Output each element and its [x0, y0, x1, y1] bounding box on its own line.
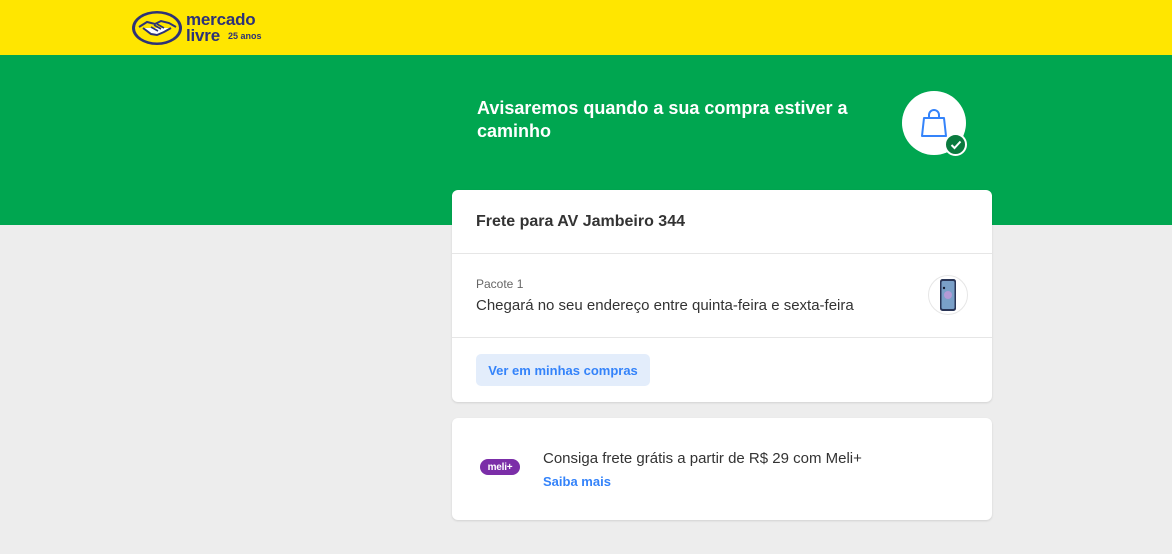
shipping-title: Frete para AV Jambeiro 344: [476, 213, 685, 230]
meli-plus-card: meli+ Consiga frete grátis a partir de R…: [452, 418, 992, 520]
meli-plus-text: Consiga frete grátis a partir de R$ 29 c…: [543, 450, 862, 467]
mercado-livre-logo[interactable]: mercado livre 25 anos: [131, 10, 271, 46]
smartphone-icon: [940, 279, 956, 311]
handshake-icon: [132, 11, 182, 45]
view-purchases-button[interactable]: Ver em minhas compras: [476, 354, 650, 386]
meli-plus-badge: meli+: [480, 459, 520, 475]
logo-text-livre: livre: [186, 26, 220, 45]
top-bar: mercado livre 25 anos: [0, 0, 1172, 55]
shipping-card: Frete para AV Jambeiro 344 Pacote 1 Cheg…: [452, 190, 992, 402]
logo-anniversary: 25 anos: [228, 31, 262, 41]
product-thumbnail[interactable]: [928, 275, 968, 315]
learn-more-link[interactable]: Saiba mais: [543, 474, 611, 489]
package-delivery-estimate: Chegará no seu endereço entre quinta-fei…: [476, 297, 854, 314]
hero-title: Avisaremos quando a sua compra estiver a…: [477, 98, 848, 141]
divider: [452, 253, 992, 254]
package-label: Pacote 1: [476, 277, 524, 291]
divider: [452, 337, 992, 338]
check-icon: [944, 133, 967, 156]
